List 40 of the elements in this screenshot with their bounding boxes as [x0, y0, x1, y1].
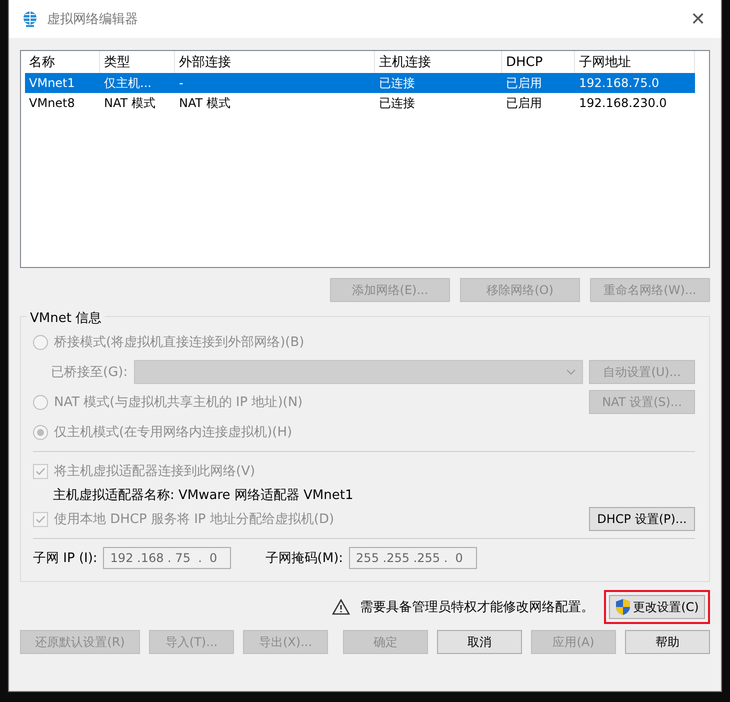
checkbox-label: 使用本地 DHCP 服务将 IP 地址分配给虚拟机(D) [54, 511, 334, 528]
close-button[interactable]: ✕ [675, 8, 721, 30]
bridged-to-dropdown[interactable] [134, 360, 583, 384]
table-cell-text: 已启用 [505, 94, 543, 112]
dhcp-settings-button[interactable]: DHCP 设置(P)... [589, 507, 695, 531]
radio-label: 桥接模式(将虚拟机直接连接到外部网络)(B) [54, 334, 304, 351]
warning-icon [332, 599, 350, 615]
radio-label: 仅主机模式(在专用网络内连接虚拟机)(H) [54, 424, 292, 441]
table-cell-text: VMnet1 [28, 75, 76, 92]
radio-label: NAT 模式(与虚拟机共享主机的 IP 地址)(N) [54, 394, 303, 411]
table-cell-text: 已连接 [378, 74, 416, 92]
table-cell-text: NAT 模式 [103, 94, 156, 112]
table-cell-text: 192.168.230.0 [578, 95, 668, 112]
table-row[interactable]: VMnet8 NAT 模式 NAT 模式 已连接 已启用 192.168.230.0 [25, 93, 695, 113]
table-cell-text: 192.168.75.0 [578, 75, 660, 92]
window-title: 虚拟网络编辑器 [47, 11, 139, 28]
adapter-name-text: 主机虚拟适配器名称: VMware 网络适配器 VMnet1 [53, 487, 354, 504]
group-title: VMnet 信息 [27, 309, 105, 327]
warning-text: 需要具备管理员特权才能修改网络配置。 [360, 599, 594, 616]
bridged-to-label: 已桥接至(G): [51, 364, 128, 381]
subnet-ip-field[interactable]: 192 .168 . 75 . 0 [103, 547, 232, 569]
table-cell-text: NAT 模式 [178, 94, 232, 112]
shield-icon [615, 598, 632, 616]
checkmark-icon [35, 466, 46, 476]
checkbox-label: 将主机虚拟适配器连接到此网络(V) [54, 463, 256, 480]
subnet-mask-label: 子网掩码(M): [265, 550, 344, 567]
table-cell-text: - [178, 75, 184, 92]
change-settings-button[interactable]: 更改设置(C) [609, 595, 705, 619]
dialog-button[interactable]: 帮助 [625, 630, 710, 654]
chevron-down-icon [566, 369, 576, 375]
table-row[interactable]: VMnet1 仅主机... - 已连接 已启用 192.168.75.0 [25, 73, 695, 93]
table-cell-text: 已启用 [505, 74, 543, 92]
table-cell-text: VMnet8 [28, 95, 76, 112]
table-cell-text: 仅主机... [103, 74, 152, 92]
globe-icon [21, 10, 39, 28]
subnet-ip-label: 子网 IP (I): [33, 550, 98, 567]
subnet-mask-field[interactable]: 255 .255 .255 . 0 [349, 547, 478, 569]
checkmark-icon [35, 514, 46, 524]
dialog-button[interactable]: 取消 [437, 630, 522, 654]
table-cell-text: 已连接 [378, 94, 416, 112]
